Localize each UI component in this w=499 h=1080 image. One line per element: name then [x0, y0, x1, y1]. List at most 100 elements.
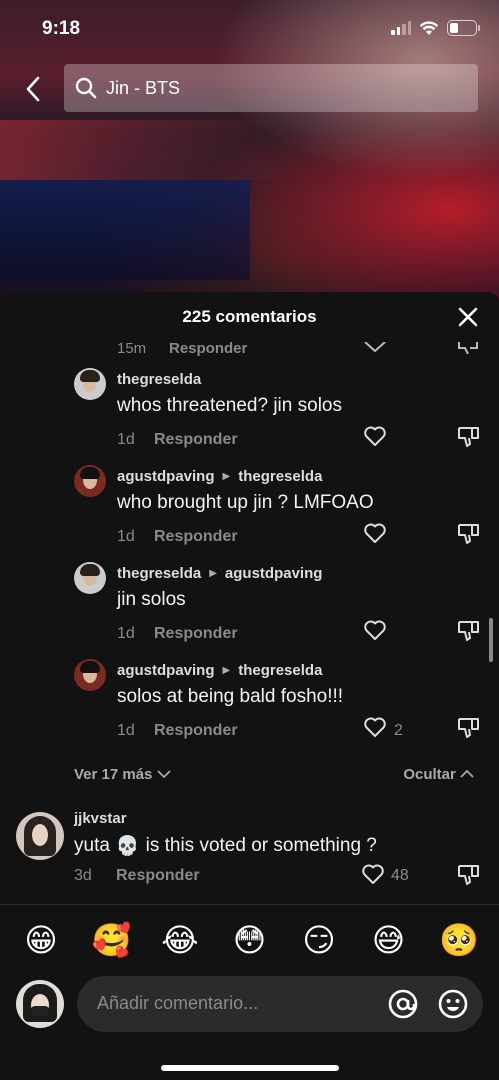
- comment-username[interactable]: jjkvstar: [74, 810, 127, 827]
- comment-username[interactable]: agustdpaving: [117, 468, 215, 485]
- emoji-smirk[interactable]: 😏: [300, 921, 338, 959]
- cellular-signal-icon: [391, 21, 411, 35]
- dislike-icon[interactable]: [456, 715, 480, 739]
- emoji-tears-of-joy[interactable]: 😂: [161, 921, 199, 959]
- reply-item[interactable]: agustdpaving ▶ thegreselda who brought u…: [74, 465, 486, 559]
- chevron-down-icon[interactable]: [363, 340, 387, 354]
- dislike-icon[interactable]: [456, 424, 480, 448]
- partial-comment-actions: 15m Responder: [117, 340, 487, 360]
- emoji-quick-bar: 😁 🥰 😂 😳 😏 😅 🥺: [0, 904, 499, 974]
- comment-username[interactable]: thegreselda: [117, 565, 201, 582]
- status-bar: 9:18: [0, 0, 499, 60]
- comment-meta: thegreselda ▶ agustdpaving: [117, 565, 322, 582]
- reply-button[interactable]: Responder: [116, 867, 200, 885]
- comments-panel: 225 comentarios 15m Responder thegreseld…: [0, 292, 499, 1080]
- reply-arrow-icon: ▶: [222, 471, 231, 482]
- emoji-pleading[interactable]: 🥺: [439, 921, 479, 959]
- comment-text: jin solos: [117, 589, 186, 610]
- hide-replies-button[interactable]: Ocultar: [403, 766, 474, 783]
- search-bar[interactable]: Jin - BTS: [64, 64, 478, 112]
- emoji-picker-icon[interactable]: [437, 988, 469, 1020]
- comments-list[interactable]: 15m Responder thegreselda whos threatene…: [0, 328, 499, 902]
- heart-icon[interactable]: [361, 862, 385, 886]
- reply-arrow-icon: ▶: [222, 665, 231, 676]
- search-query: Jin - BTS: [106, 77, 181, 98]
- user-avatar[interactable]: [16, 980, 64, 1028]
- comment-time: 1d: [117, 722, 135, 739]
- replies-toggle-row: Ver 17 más Ocultar: [74, 766, 474, 788]
- comment-meta: agustdpaving ▶ thegreselda: [117, 662, 322, 679]
- view-more-replies-button[interactable]: Ver 17 más: [74, 766, 171, 783]
- status-time: 9:18: [42, 18, 81, 39]
- battery-icon: [447, 20, 480, 36]
- comment-meta: thegreselda: [117, 371, 201, 388]
- comment-text: yuta 💀 is this voted or something ?: [74, 834, 377, 858]
- comment-actions: 3d Responder: [74, 867, 200, 885]
- avatar[interactable]: [74, 465, 106, 497]
- reply-item[interactable]: thegreselda whos threatened? jin solos 1…: [74, 368, 486, 462]
- comment-input-row: Añadir comentario...: [0, 974, 499, 1044]
- home-indicator[interactable]: [161, 1065, 339, 1071]
- reply-to-username[interactable]: agustdpaving: [225, 565, 323, 582]
- comment-time: 15m: [117, 340, 147, 357]
- reply-to-username[interactable]: thegreselda: [238, 468, 322, 485]
- comment-item[interactable]: jjkvstar yuta 💀 is this voted or somethi…: [16, 810, 486, 900]
- comment-text: solos at being bald fosho!!!: [117, 686, 344, 707]
- dislike-icon[interactable]: [456, 618, 480, 642]
- chevron-up-icon: [460, 769, 474, 778]
- comment-text: whos threatened? jin solos: [117, 395, 342, 416]
- emoji-flushed[interactable]: 😳: [231, 921, 269, 959]
- back-button[interactable]: [18, 72, 48, 106]
- reply-item[interactable]: thegreselda ▶ agustdpaving jin solos 1d …: [74, 562, 486, 656]
- mention-icon[interactable]: [387, 988, 419, 1020]
- comments-header: 225 comentarios: [0, 292, 499, 342]
- search-icon: [75, 77, 97, 99]
- scrollbar[interactable]: [489, 618, 493, 662]
- avatar[interactable]: [74, 659, 106, 691]
- comment-input[interactable]: Añadir comentario...: [77, 976, 483, 1032]
- reply-button[interactable]: Responder: [154, 528, 238, 546]
- skull-emoji: 💀: [115, 836, 140, 857]
- comment-time: 1d: [117, 431, 135, 448]
- heart-icon[interactable]: [363, 618, 387, 642]
- like-count: 48: [391, 867, 409, 884]
- avatar[interactable]: [16, 812, 64, 860]
- comment-username[interactable]: agustdpaving: [117, 662, 215, 679]
- chevron-down-icon: [156, 770, 171, 779]
- dislike-icon[interactable]: [456, 862, 480, 886]
- status-icons: [391, 20, 480, 36]
- comment-time: 1d: [117, 625, 135, 642]
- reply-button[interactable]: Responder: [154, 431, 238, 449]
- chevron-left-icon: [26, 76, 40, 102]
- close-icon[interactable]: [457, 306, 479, 328]
- emoji-grin[interactable]: 😁: [22, 921, 60, 959]
- heart-icon[interactable]: [363, 715, 387, 739]
- comments-title: 225 comentarios: [182, 307, 317, 326]
- comment-time: 3d: [74, 867, 92, 884]
- reply-arrow-icon: ▶: [209, 568, 217, 579]
- like-count: 2: [394, 722, 403, 739]
- comment-text-part: is this voted or something ?: [145, 835, 377, 856]
- reply-button[interactable]: Responder: [154, 722, 238, 740]
- wifi-icon: [419, 20, 439, 35]
- hide-label: Ocultar: [403, 766, 456, 783]
- reply-to-username[interactable]: thegreselda: [238, 662, 322, 679]
- emoji-smiling-hearts[interactable]: 🥰: [92, 921, 132, 959]
- emoji-sweat-smile[interactable]: 😅: [370, 921, 408, 959]
- comment-time: 1d: [117, 528, 135, 545]
- comment-username[interactable]: thegreselda: [117, 371, 201, 388]
- reply-button[interactable]: Responder: [154, 625, 238, 643]
- avatar[interactable]: [74, 368, 106, 400]
- heart-icon[interactable]: [363, 521, 387, 545]
- reply-button[interactable]: Responder: [169, 340, 247, 357]
- view-more-label: Ver 17 más: [74, 766, 153, 783]
- avatar[interactable]: [74, 562, 106, 594]
- dislike-icon[interactable]: [456, 521, 480, 545]
- comment-text: who brought up jin ? LMFOAO: [117, 492, 374, 513]
- comment-input-placeholder: Añadir comentario...: [97, 993, 259, 1013]
- comment-meta: agustdpaving ▶ thegreselda: [117, 468, 322, 485]
- heart-icon[interactable]: [363, 424, 387, 448]
- dislike-icon[interactable]: [455, 340, 479, 354]
- reply-item[interactable]: agustdpaving ▶ thegreselda solos at bein…: [74, 659, 486, 753]
- comment-text-part: yuta: [74, 835, 110, 856]
